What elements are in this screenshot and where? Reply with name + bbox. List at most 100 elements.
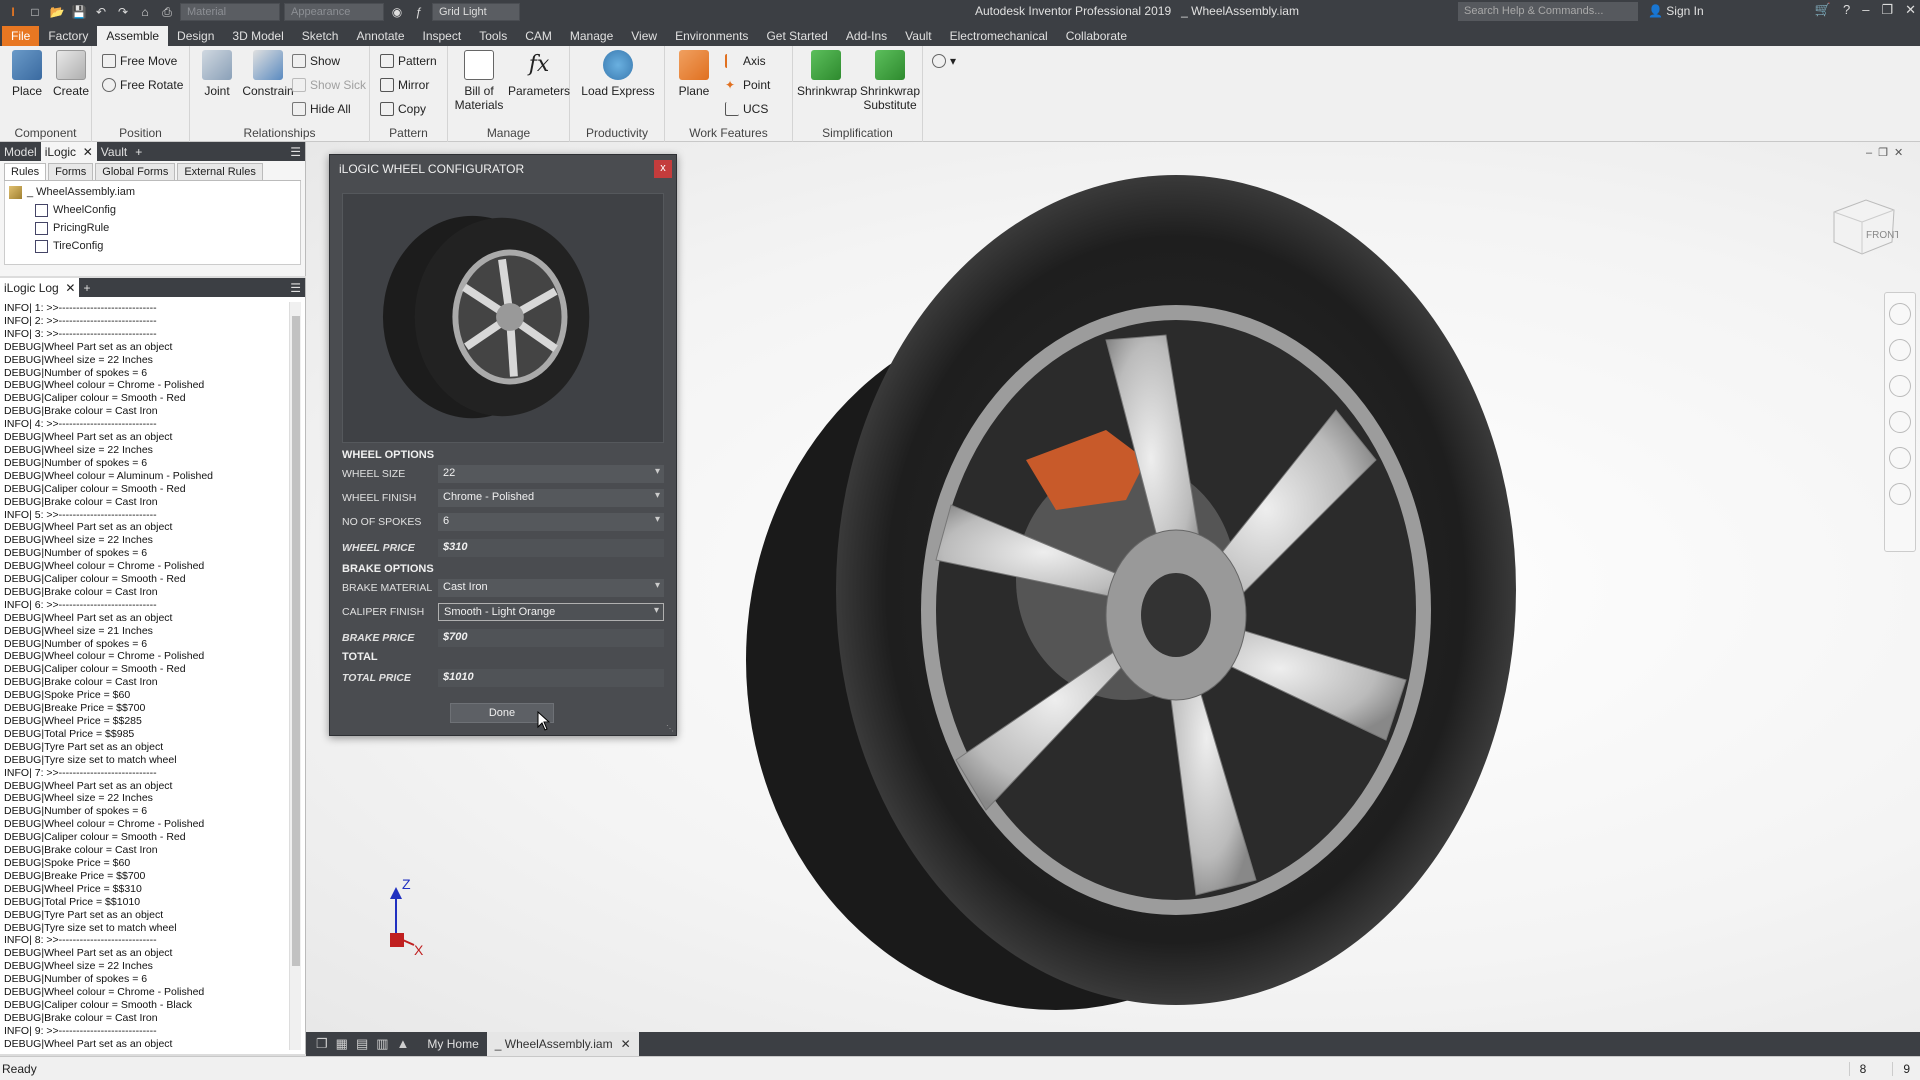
bill-of-materials-button[interactable]: Bill of Materials [452,50,506,112]
load-express-button[interactable]: Load Express [580,50,656,98]
ribbon-extras-button[interactable]: ▾ [932,52,956,70]
tile-horizontal-icon[interactable]: ▤ [356,1036,368,1052]
browser-menu-icon[interactable]: ☰ [286,142,305,161]
print-icon[interactable]: ⎙ [158,3,176,21]
tab-factory[interactable]: Factory [39,26,97,46]
spokes-select[interactable]: 6 [438,513,664,531]
close-doc-icon[interactable]: ✕ [621,1037,631,1051]
caliper-finish-select[interactable]: Smooth - Light Orange [438,603,664,621]
log-scrollbar[interactable] [289,302,301,1050]
shrinkwrap-substitute-button[interactable]: Shrinkwrap Substitute [859,50,921,112]
resize-grip[interactable]: ⋱ [666,724,674,733]
close-tab-icon[interactable]: ✕ [83,145,93,159]
undo-icon[interactable]: ↶ [92,3,110,21]
panel-label-manage[interactable]: Manage [448,126,569,140]
free-move-button[interactable]: Free Move [102,52,177,70]
dialog-close-button[interactable]: x [654,160,672,178]
tab-vault[interactable]: Vault [896,26,940,46]
tab-view[interactable]: View [622,26,666,46]
tab-assemble[interactable]: Assemble [97,26,169,46]
add-log-tab-icon[interactable]: + [79,278,94,297]
wheel-size-select[interactable]: 22 [438,465,664,483]
tab-my-home[interactable]: My Home [419,1032,486,1056]
subtab-forms[interactable]: Forms [48,163,94,180]
panel-label-relationships[interactable]: Relationships [190,126,369,140]
material-combo[interactable]: Material [180,3,280,21]
tab-model[interactable]: Model [0,142,41,161]
panel-label-pattern[interactable]: Pattern [370,126,447,140]
color-icon[interactable]: ◉ [388,3,406,21]
tab-wheel-assembly[interactable]: _ WheelAssembly.iam ✕ [486,1032,639,1056]
axis-button[interactable]: Axis [725,52,766,70]
panel-label-component[interactable]: Component [0,126,91,140]
rule-item[interactable]: WheelConfig [9,201,296,219]
redo-icon[interactable]: ↷ [114,3,132,21]
search-input[interactable]: Search Help & Commands... [1458,2,1638,21]
close-icon[interactable]: ✕ [1905,2,1916,18]
view-cube[interactable]: FRONT [1826,192,1898,258]
panel-label-simplification[interactable]: Simplification [793,126,922,140]
plane-button[interactable]: Plane [671,50,717,98]
home-icon[interactable]: ⌂ [136,3,154,21]
tab-add-ins[interactable]: Add-Ins [837,26,896,46]
point-button[interactable]: ✦ Point [725,76,770,94]
cart-icon[interactable]: 🛒 [1815,2,1831,18]
tab-design[interactable]: Design [168,26,223,46]
tab-vault-browser[interactable]: Vault [97,142,131,161]
place-button[interactable]: Place [4,50,50,98]
tab-ilogic-log[interactable]: iLogic Log ✕ [0,278,80,297]
rule-item[interactable]: TireConfig [9,237,296,255]
help-icon[interactable]: ? [1843,2,1850,18]
wheel-model[interactable] [726,160,1526,1015]
viewport-controls[interactable]: –❐✕ [1866,146,1909,159]
tile-icon[interactable]: ▦ [336,1036,348,1052]
look-at-icon[interactable] [1889,447,1911,469]
brake-material-select[interactable]: Cast Iron [438,579,664,597]
cascade-icon[interactable]: ❐ [316,1036,328,1052]
pattern-button[interactable]: Pattern [380,52,437,70]
free-rotate-button[interactable]: Free Rotate [102,76,183,94]
tab-ilogic[interactable]: iLogic ✕ [40,142,97,161]
show-button[interactable]: Show [292,52,340,70]
zoom-icon[interactable] [1889,375,1911,397]
tile-vertical-icon[interactable]: ▥ [376,1036,388,1052]
tab-file[interactable]: File [2,26,40,46]
tab-3d-model[interactable]: 3D Model [223,26,292,46]
lighting-combo[interactable]: Grid Light [432,3,520,21]
tab-sketch[interactable]: Sketch [293,26,348,46]
tab-manage[interactable]: Manage [561,26,622,46]
subtab-rules[interactable]: Rules [4,163,47,180]
new-icon[interactable]: □ [26,3,44,21]
steering-wheel-icon[interactable] [1889,303,1911,325]
sign-in-button[interactable]: 👤 Sign In [1648,4,1704,18]
create-button[interactable]: Create [48,50,94,98]
subtab-global-forms[interactable]: Global Forms [95,163,176,180]
show-sick-button[interactable]: Show Sick [292,76,366,94]
tab-collaborate[interactable]: Collaborate [1057,26,1136,46]
minimize-icon[interactable]: – [1862,2,1869,18]
tab-inspect[interactable]: Inspect [414,26,471,46]
parameters-button[interactable]: fx Parameters [508,50,570,98]
appearance-combo[interactable]: Appearance [284,3,384,21]
log-menu-icon[interactable]: ☰ [286,278,305,297]
arrange-icon[interactable]: ▲ [397,1036,410,1052]
tab-electromechanical[interactable]: Electromechanical [941,26,1057,46]
tab-annotate[interactable]: Annotate [347,26,413,46]
copy-button[interactable]: Copy [380,100,426,118]
open-icon[interactable]: 📂 [48,3,66,21]
view-cube-face-label[interactable]: FRONT [1866,230,1898,241]
add-tab-icon[interactable]: + [131,142,146,161]
wheel-finish-select[interactable]: Chrome - Polished [438,489,664,507]
pan-icon[interactable] [1889,339,1911,361]
log-scroll-thumb[interactable] [292,316,300,966]
tab-environments[interactable]: Environments [666,26,757,46]
ucs-button[interactable]: UCS [725,100,768,118]
tab-tools[interactable]: Tools [470,26,516,46]
mirror-button[interactable]: Mirror [380,76,429,94]
orbit-icon[interactable] [1889,411,1911,433]
view-face-icon[interactable] [1889,483,1911,505]
constrain-button[interactable]: Constrain [240,50,296,98]
subtab-external-rules[interactable]: External Rules [177,163,263,180]
tab-get-started[interactable]: Get Started [757,26,836,46]
tree-root[interactable]: _ WheelAssembly.iam [9,183,296,201]
